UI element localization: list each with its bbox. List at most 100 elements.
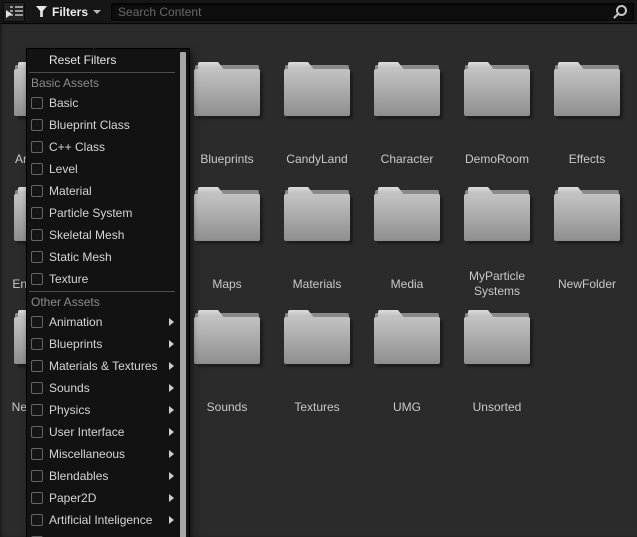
- folder-media[interactable]: Media: [362, 187, 452, 303]
- filter-item-sounds[interactable]: Sounds: [27, 377, 177, 399]
- sources-panel-toggle-button[interactable]: [3, 1, 25, 22]
- folder-label: Materials: [292, 276, 342, 291]
- folder-label: MyParticle Systems: [468, 269, 525, 298]
- folder-label: UMG: [393, 399, 421, 414]
- folder-effects[interactable]: Effects: [542, 62, 632, 178]
- folder-character[interactable]: Character: [362, 62, 452, 178]
- folder-icon: [194, 62, 260, 116]
- filter-item-paper2d[interactable]: Paper2D: [27, 487, 177, 509]
- folder-label: En: [12, 276, 27, 291]
- filter-item-level[interactable]: Level: [27, 158, 177, 180]
- filter-item-blueprints[interactable]: Blueprints: [27, 333, 177, 355]
- filter-section-header: Basic Assets: [31, 76, 100, 90]
- filters-button[interactable]: Filters: [30, 1, 107, 23]
- folder-icon: [374, 187, 440, 241]
- folder-myparticle-systems[interactable]: MyParticle Systems: [452, 187, 542, 303]
- filter-item-user-interface[interactable]: User Interface: [27, 421, 177, 443]
- folder-label: Textures: [294, 399, 340, 414]
- folder-icon: [194, 187, 260, 241]
- submenu-arrow-icon: [169, 472, 174, 480]
- folder-label: Media: [390, 276, 424, 291]
- folder-label: Unsorted: [472, 399, 522, 414]
- filter-item-particle-system[interactable]: Particle System: [27, 202, 177, 224]
- filter-item-label: Material: [49, 184, 92, 198]
- folder-icon: [374, 62, 440, 116]
- search-box: [111, 2, 634, 21]
- folder-body: [194, 317, 260, 364]
- filter-item-skeletal-mesh[interactable]: Skeletal Mesh: [27, 224, 177, 246]
- folder-materials[interactable]: Materials: [272, 187, 362, 303]
- folder-newfolder[interactable]: NewFolder: [542, 187, 632, 303]
- filter-item-c-class[interactable]: C++ Class: [27, 136, 177, 158]
- filter-item-other-filters[interactable]: Other Filters: [27, 531, 177, 537]
- menu-scrollbar-thumb[interactable]: [180, 52, 186, 537]
- filter-item-miscellaneous[interactable]: Miscellaneous: [27, 443, 177, 465]
- filter-section-header: Other Assets: [31, 295, 100, 309]
- filter-item-label: Animation: [49, 315, 103, 329]
- menu-scrollbar[interactable]: [180, 52, 186, 537]
- filter-item-basic[interactable]: Basic: [27, 92, 177, 114]
- submenu-arrow-icon: [169, 406, 174, 414]
- checkbox-icon: [31, 448, 43, 460]
- submenu-arrow-icon: [169, 318, 174, 326]
- filter-item-label: Blueprint Class: [49, 118, 130, 132]
- folder-body: [194, 69, 260, 116]
- filter-item-blueprint-class[interactable]: Blueprint Class: [27, 114, 177, 136]
- filter-item-label: Blueprints: [49, 337, 103, 351]
- filter-item-label: Physics: [49, 403, 91, 417]
- filter-funnel-icon: [36, 6, 47, 17]
- folder-icon: [284, 187, 350, 241]
- filter-item-label: Static Mesh: [49, 250, 112, 264]
- folder-label: Sounds: [206, 399, 248, 414]
- checkbox-icon: [31, 273, 43, 285]
- checkbox-icon: [31, 229, 43, 241]
- filter-item-texture[interactable]: Texture: [27, 268, 177, 290]
- content-browser: Filters Ar Blueprints CandyLand Character De…: [0, 0, 637, 537]
- folder-unsorted[interactable]: Unsorted: [452, 310, 542, 426]
- folder-demoroom[interactable]: DemoRoom: [452, 62, 542, 178]
- reset-filters-item[interactable]: Reset Filters: [27, 49, 177, 71]
- search-input[interactable]: [112, 3, 614, 20]
- checkbox-icon: [31, 185, 43, 197]
- filter-item-blendables[interactable]: Blendables: [27, 465, 177, 487]
- folder-blueprints[interactable]: Blueprints: [182, 62, 272, 178]
- filter-item-label: Texture: [49, 272, 89, 286]
- submenu-arrow-icon: [169, 494, 174, 502]
- folder-label: CandyLand: [286, 151, 348, 166]
- folder-icon: [284, 62, 350, 116]
- folder-label: Character: [380, 151, 434, 166]
- folder-umg[interactable]: UMG: [362, 310, 452, 426]
- checkbox-icon: [31, 163, 43, 175]
- folder-textures[interactable]: Textures: [272, 310, 362, 426]
- folder-body: [374, 69, 440, 116]
- menu-separator: [29, 72, 175, 73]
- filter-item-physics[interactable]: Physics: [27, 399, 177, 421]
- checkbox-icon: [31, 470, 43, 482]
- filter-item-label: Artificial Inteligence: [49, 513, 153, 527]
- folder-sounds[interactable]: Sounds: [182, 310, 272, 426]
- folder-body: [284, 194, 350, 241]
- folder-candyland[interactable]: CandyLand: [272, 62, 362, 178]
- filter-item-label: Basic: [49, 96, 79, 110]
- filter-item-label: User Interface: [49, 425, 125, 439]
- folder-icon: [464, 310, 530, 364]
- menu-separator: [29, 291, 175, 292]
- checkbox-icon: [31, 119, 43, 131]
- folder-label: DemoRoom: [464, 151, 530, 166]
- checkbox-icon: [31, 338, 43, 350]
- filter-item-static-mesh[interactable]: Static Mesh: [27, 246, 177, 268]
- filter-item-animation[interactable]: Animation: [27, 311, 177, 333]
- folder-body: [554, 194, 620, 241]
- filter-item-material[interactable]: Material: [27, 180, 177, 202]
- folder-icon: [554, 187, 620, 241]
- filter-item-artificial-inteligence[interactable]: Artificial Inteligence: [27, 509, 177, 531]
- checkbox-icon: [31, 360, 43, 372]
- filter-item-materials-textures[interactable]: Materials & Textures: [27, 355, 177, 377]
- chevron-down-icon: [93, 10, 102, 14]
- folder-icon: [374, 310, 440, 364]
- folder-maps[interactable]: Maps: [182, 187, 272, 303]
- folder-body: [284, 69, 350, 116]
- folder-label: Maps: [212, 276, 242, 291]
- folder-body: [464, 317, 530, 364]
- folder-label: NewFolder: [557, 276, 617, 291]
